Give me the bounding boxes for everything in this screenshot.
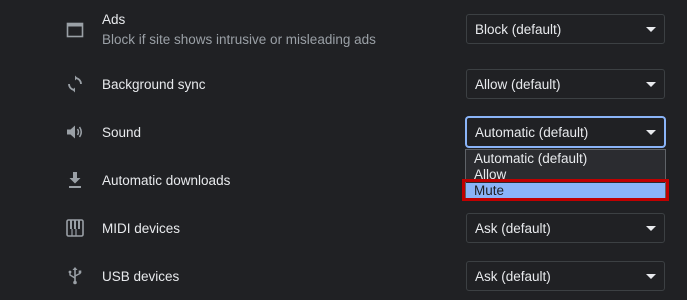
piano-keys-icon [64,217,86,239]
speaker-icon [64,121,86,143]
sound-select-value: Automatic (default) [475,125,589,140]
sound-select[interactable]: Automatic (default) [466,117,665,147]
setting-row-ads: Ads Block if site shows intrusive or mis… [0,4,687,52]
sound-dropdown-list: Automatic (default) Allow Mute [465,149,666,201]
chevron-down-icon [646,27,656,32]
sync-icon [64,73,86,95]
setting-sublabel-ads: Block if site shows intrusive or mislead… [102,32,376,47]
sound-option-allow[interactable]: Allow [466,167,665,183]
ads-select-value: Block (default) [475,22,562,37]
chevron-down-icon [646,226,656,231]
usb-devices-select[interactable]: Ask (default) [466,261,665,291]
sound-option-automatic[interactable]: Automatic (default) [466,151,665,167]
setting-label-midi-devices: MIDI devices [102,221,181,236]
ads-window-icon [64,19,86,41]
background-sync-select-value: Allow (default) [475,77,561,92]
setting-label-automatic-downloads: Automatic downloads [102,173,231,188]
setting-label-background-sync: Background sync [102,77,206,92]
setting-label-sound: Sound [102,125,142,140]
usb-icon [64,265,86,287]
download-icon [64,169,86,191]
sound-option-mute[interactable]: Mute [466,183,665,199]
setting-row-background-sync: Background sync Allow (default) [0,60,687,108]
chevron-down-icon [646,274,656,279]
midi-devices-select-value: Ask (default) [475,221,551,236]
setting-label-usb-devices: USB devices [102,269,180,284]
midi-devices-select[interactable]: Ask (default) [466,213,665,243]
ads-select[interactable]: Block (default) [466,14,665,44]
chevron-down-icon [646,82,656,87]
background-sync-select[interactable]: Allow (default) [466,69,665,99]
setting-label-ads: Ads [102,12,126,27]
chevron-down-icon [646,130,656,135]
setting-row-usb-devices: USB devices Ask (default) [0,252,687,300]
setting-row-midi-devices: MIDI devices Ask (default) [0,204,687,252]
usb-devices-select-value: Ask (default) [475,269,551,284]
